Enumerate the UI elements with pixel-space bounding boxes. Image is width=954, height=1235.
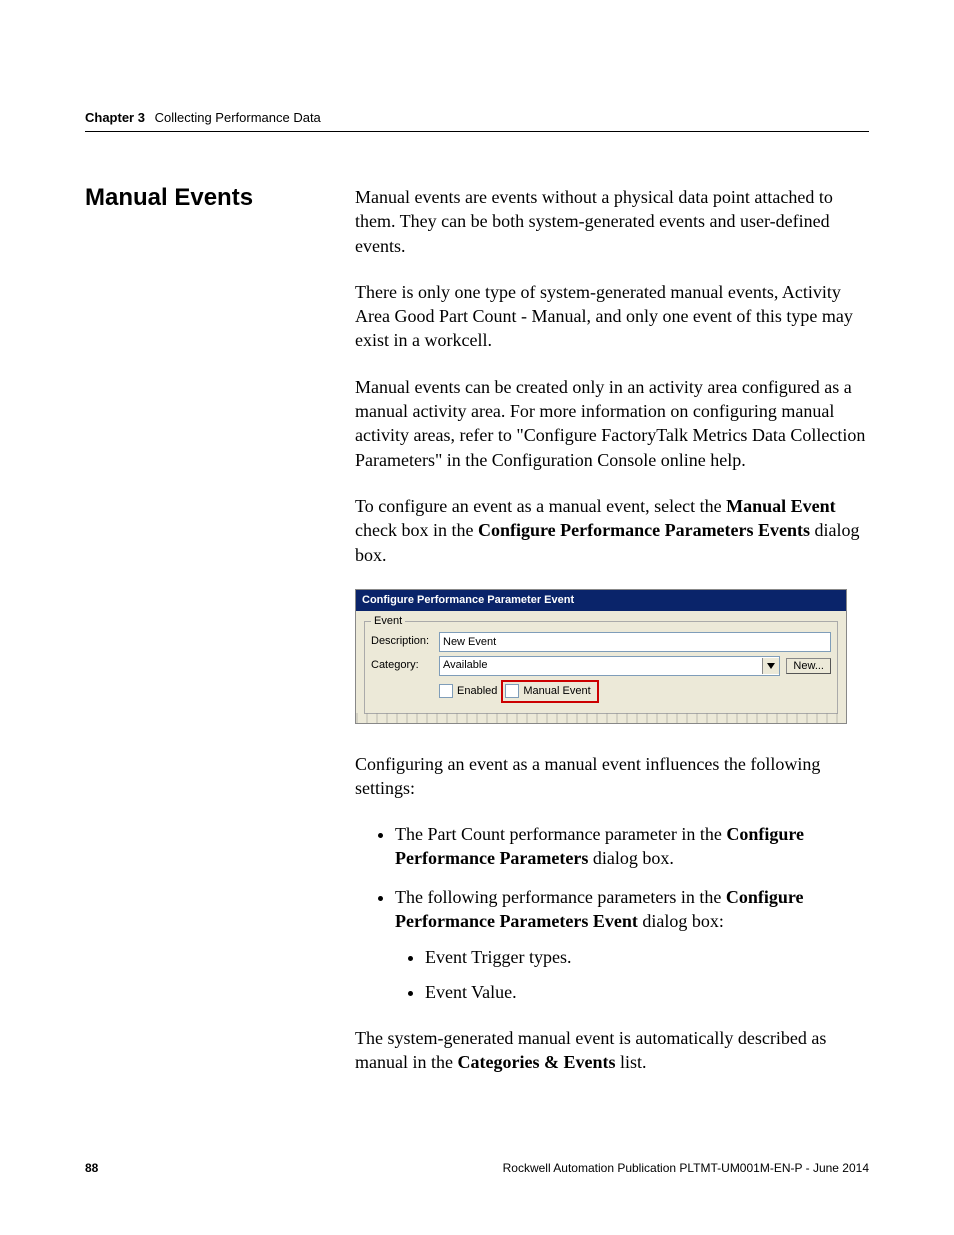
- enabled-checkbox[interactable]: [439, 684, 453, 698]
- text-run: To configure an event as a manual event,…: [355, 496, 726, 516]
- body-paragraph: The system-generated manual event is aut…: [355, 1026, 869, 1075]
- body-paragraph: Manual events can be created only in an …: [355, 375, 869, 472]
- manual-event-label: Manual Event: [523, 684, 590, 699]
- publication-line: Rockwell Automation Publication PLTMT-UM…: [503, 1161, 869, 1175]
- text-bold: Configure Performance Parameters Events: [478, 520, 810, 540]
- text-bold: Categories & Events: [457, 1052, 615, 1072]
- sub-bullet-list: Event Trigger types. Event Value.: [395, 945, 869, 1004]
- new-button[interactable]: New...: [786, 658, 831, 674]
- dialog-title: Configure Performance Parameter Event: [356, 590, 846, 611]
- section-heading: Manual Events: [85, 185, 355, 1097]
- manual-event-highlight: Manual Event: [501, 680, 598, 703]
- body-paragraph: Configuring an event as a manual event i…: [355, 752, 869, 801]
- text-run: dialog box.: [588, 848, 674, 868]
- text-bold: Manual Event: [726, 496, 836, 516]
- torn-edge-decoration: [356, 713, 846, 723]
- page-footer: 88 Rockwell Automation Publication PLTMT…: [85, 1161, 869, 1175]
- page-number: 88: [85, 1161, 98, 1175]
- list-item: Event Value.: [425, 980, 869, 1004]
- description-label: Description:: [371, 634, 433, 649]
- body-paragraph: There is only one type of system-generat…: [355, 280, 869, 353]
- text-run: The following performance parameters in …: [395, 887, 726, 907]
- list-item: The following performance parameters in …: [395, 885, 869, 1004]
- list-item: Event Trigger types.: [425, 945, 869, 969]
- chapter-label: Chapter 3: [85, 110, 145, 125]
- category-selected-value: Available: [440, 658, 762, 673]
- text-run: The Part Count performance parameter in …: [395, 824, 726, 844]
- manual-event-checkbox[interactable]: [505, 684, 519, 698]
- bullet-list: The Part Count performance parameter in …: [355, 822, 869, 1004]
- dialog-configure-performance-parameter-event: Configure Performance Parameter Event Ev…: [355, 589, 847, 724]
- chapter-title: Collecting Performance Data: [155, 110, 321, 125]
- body-paragraph: Manual events are events without a physi…: [355, 185, 869, 258]
- category-label: Category:: [371, 658, 433, 673]
- body-paragraph: To configure an event as a manual event,…: [355, 494, 869, 567]
- list-item: The Part Count performance parameter in …: [395, 822, 869, 871]
- text-run: check box in the: [355, 520, 478, 540]
- enabled-label: Enabled: [457, 684, 497, 699]
- description-input[interactable]: [439, 632, 831, 652]
- fieldset-legend: Event: [371, 614, 405, 629]
- page-header: Chapter 3 Collecting Performance Data: [85, 110, 869, 132]
- text-run: list.: [615, 1052, 646, 1072]
- chevron-down-icon[interactable]: [762, 658, 779, 674]
- text-run: dialog box:: [638, 911, 724, 931]
- category-select[interactable]: Available: [439, 656, 780, 676]
- event-fieldset: Event Description: Category: Available: [364, 621, 838, 714]
